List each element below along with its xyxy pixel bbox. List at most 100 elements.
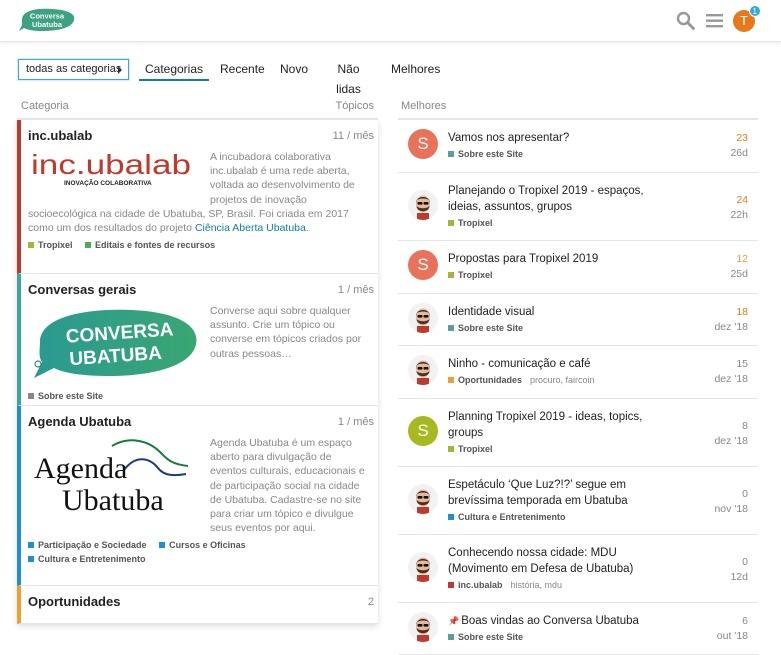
tab-categorias[interactable]: Categorias <box>139 59 209 81</box>
topic-category-badge[interactable]: inc.ubalab <box>448 580 503 590</box>
user-avatar[interactable]: S <box>408 129 438 159</box>
tab-nao-lidas[interactable]: Não lidas <box>324 59 373 96</box>
topic-category-badge[interactable]: Sobre este Site <box>448 149 523 159</box>
topic-title[interactable]: Propostas para Tropixel 2019 <box>448 251 678 267</box>
topic-reply-count[interactable]: 12 <box>736 253 748 265</box>
category-dropdown[interactable]: todas as categorias <box>18 59 129 80</box>
category-name: Sobre este Site <box>458 323 524 333</box>
topic-title[interactable]: Conhecendo nossa cidade: MDU (Movimento … <box>448 545 678 577</box>
topic-category-badge[interactable]: Tropixel <box>448 444 493 454</box>
category-color <box>448 634 454 640</box>
topic-title-text: Propostas para Tropixel 2019 <box>448 253 599 265</box>
user-avatar[interactable]: S <box>408 416 438 446</box>
topic-meta: Tropixel <box>448 270 493 280</box>
category-color <box>448 325 454 331</box>
topic-category-badge[interactable]: Sobre este Site <box>448 323 523 333</box>
subcategory-name: Cursos e Oficinas <box>169 540 246 551</box>
topic-title[interactable]: Planning Tropixel 2019 - ideas, topics, … <box>448 409 678 441</box>
topic-meta: Oportunidades procuro, faircoin <box>448 375 595 385</box>
category-name: Sobre este Site <box>458 149 524 159</box>
category-name[interactable]: Agenda Ubatuba <box>28 414 370 432</box>
user-avatar[interactable] <box>408 612 438 642</box>
subcategory-color <box>28 393 34 399</box>
subcategory-cursos[interactable]: Cursos e Oficinas <box>159 538 246 552</box>
topic-category-badge[interactable]: Oportunidades <box>448 375 522 385</box>
conversa-ubatuba-logo: CONVERSA UBATUBA <box>34 309 197 378</box>
ciencia-aberta-link[interactable]: Ciência Aberta Ubatuba <box>195 222 306 234</box>
topic-category-badge[interactable]: Sobre este Site <box>448 632 523 642</box>
category-name[interactable]: inc.ubalab <box>28 128 370 146</box>
category-name: inc.ubalab <box>458 580 503 590</box>
subcategory-name: Participação e Sociedade <box>38 540 147 551</box>
topic-tags[interactable]: história, mdu <box>511 580 563 590</box>
topic-reply-count[interactable]: 8 <box>742 420 748 432</box>
topic-row: Ninho - comunicação e café Oportunidades p… <box>398 346 758 399</box>
topic-title[interactable]: Vamos nos apresentar? <box>448 130 678 146</box>
user-avatar[interactable] <box>408 355 438 385</box>
topic-category-badge[interactable]: Tropixel <box>448 270 493 280</box>
categories-column: Categoria Tópicos inc.ubalab 11 / mês in… <box>17 92 378 624</box>
topic-title[interactable]: Identidade visual <box>448 304 678 320</box>
subcategory-name: Cultura e Entretenimento <box>38 554 146 565</box>
topic-activity-date[interactable]: dez '18 <box>714 321 748 333</box>
topics-column-label: Tópicos <box>335 100 374 112</box>
user-avatar[interactable] <box>408 190 438 220</box>
topic-reply-count[interactable]: 23 <box>736 132 748 144</box>
topic-row: 📌 Boas vindas ao Conversa Ubatuba Sobre es… <box>398 603 758 655</box>
search-icon[interactable] <box>676 11 695 30</box>
topic-activity-date[interactable]: out '18 <box>717 630 748 642</box>
site-logo[interactable]: Conversa Ubatuba <box>18 6 76 34</box>
subcategory-list: Tropixel Editais e fontes de recursos <box>28 238 370 252</box>
topic-reply-count[interactable]: 24 <box>736 194 748 206</box>
topic-category-badge[interactable]: Cultura e Entretenimento <box>448 512 566 522</box>
topic-reply-count[interactable]: 0 <box>742 556 748 568</box>
category-color <box>448 514 454 520</box>
topic-activity-date[interactable]: dez '18 <box>714 373 748 385</box>
user-avatar[interactable] <box>408 303 438 333</box>
tab-recente[interactable]: Recente <box>220 59 265 81</box>
subcategory-participacao[interactable]: Participação e Sociedade <box>28 538 147 552</box>
subcategory-sobre-este-site[interactable]: Sobre este Site <box>28 389 103 403</box>
topic-list: S Vamos nos apresentar? Sobre este Site 23 2… <box>398 120 758 655</box>
notification-badge[interactable]: 1 <box>748 5 761 17</box>
topic-reply-count[interactable]: 6 <box>742 615 748 627</box>
tab-novo[interactable]: Novo <box>280 59 308 81</box>
topic-title-text: Planning Tropixel 2019 - ideas, topics, … <box>448 411 643 439</box>
category-name[interactable]: Conversas gerais <box>28 282 370 300</box>
topic-row: Identidade visual Sobre este Site 18 dez '1… <box>398 294 758 346</box>
topic-reply-count[interactable]: 0 <box>742 488 748 500</box>
topic-activity-date[interactable]: 25d <box>730 268 748 280</box>
logo-line2: Ubatuba <box>32 20 63 29</box>
topic-row: Planejando o Tropixel 2019 - espaços, id… <box>398 173 758 241</box>
subcategory-name: Sobre este Site <box>38 391 104 401</box>
topic-activity-date[interactable]: nov '18 <box>714 503 748 515</box>
user-menu[interactable]: T 1 <box>733 5 761 32</box>
topic-title[interactable]: Espetáculo ‘Que Luz?!?’ segue em brevíss… <box>448 477 678 509</box>
topic-title[interactable]: Planejando o Tropixel 2019 - espaços, id… <box>448 183 678 215</box>
topic-reply-count[interactable]: 15 <box>736 358 748 370</box>
topic-tags[interactable]: procuro, faircoin <box>530 375 595 385</box>
topic-meta: Sobre este Site <box>448 149 523 159</box>
topic-reply-count[interactable]: 18 <box>736 306 748 318</box>
navigation-bar: todas as categorias Categorias Recente N… <box>18 59 768 96</box>
agenda-ubatuba-logo: Agenda Ubatuba <box>34 439 189 517</box>
topic-activity-date[interactable]: 26d <box>730 147 748 159</box>
tab-melhores[interactable]: Melhores <box>391 59 440 81</box>
topic-activity-date[interactable]: dez '18 <box>714 435 748 447</box>
topic-category-badge[interactable]: Tropixel <box>448 218 493 228</box>
topic-meta: Cultura e Entretenimento <box>448 512 566 522</box>
user-avatar[interactable] <box>408 552 438 582</box>
category-color <box>448 272 454 278</box>
topic-title[interactable]: 📌 Boas vindas ao Conversa Ubatuba <box>448 613 678 629</box>
subcategory-cultura[interactable]: Cultura e Entretenimento <box>28 552 146 566</box>
user-avatar[interactable] <box>408 484 438 514</box>
topic-activity-date[interactable]: 12d <box>730 571 748 583</box>
subcategory-tropixel[interactable]: Tropixel <box>28 238 73 252</box>
hamburger-menu-icon[interactable] <box>706 11 723 29</box>
topic-title[interactable]: Ninho - comunicação e café <box>448 356 678 372</box>
subcategory-editais[interactable]: Editais e fontes de recursos <box>85 238 215 252</box>
user-avatar[interactable]: S <box>408 250 438 280</box>
category-name[interactable]: Oportunidades <box>28 594 370 612</box>
category-description-end: . <box>305 222 309 235</box>
topic-activity-date[interactable]: 22h <box>730 209 748 221</box>
